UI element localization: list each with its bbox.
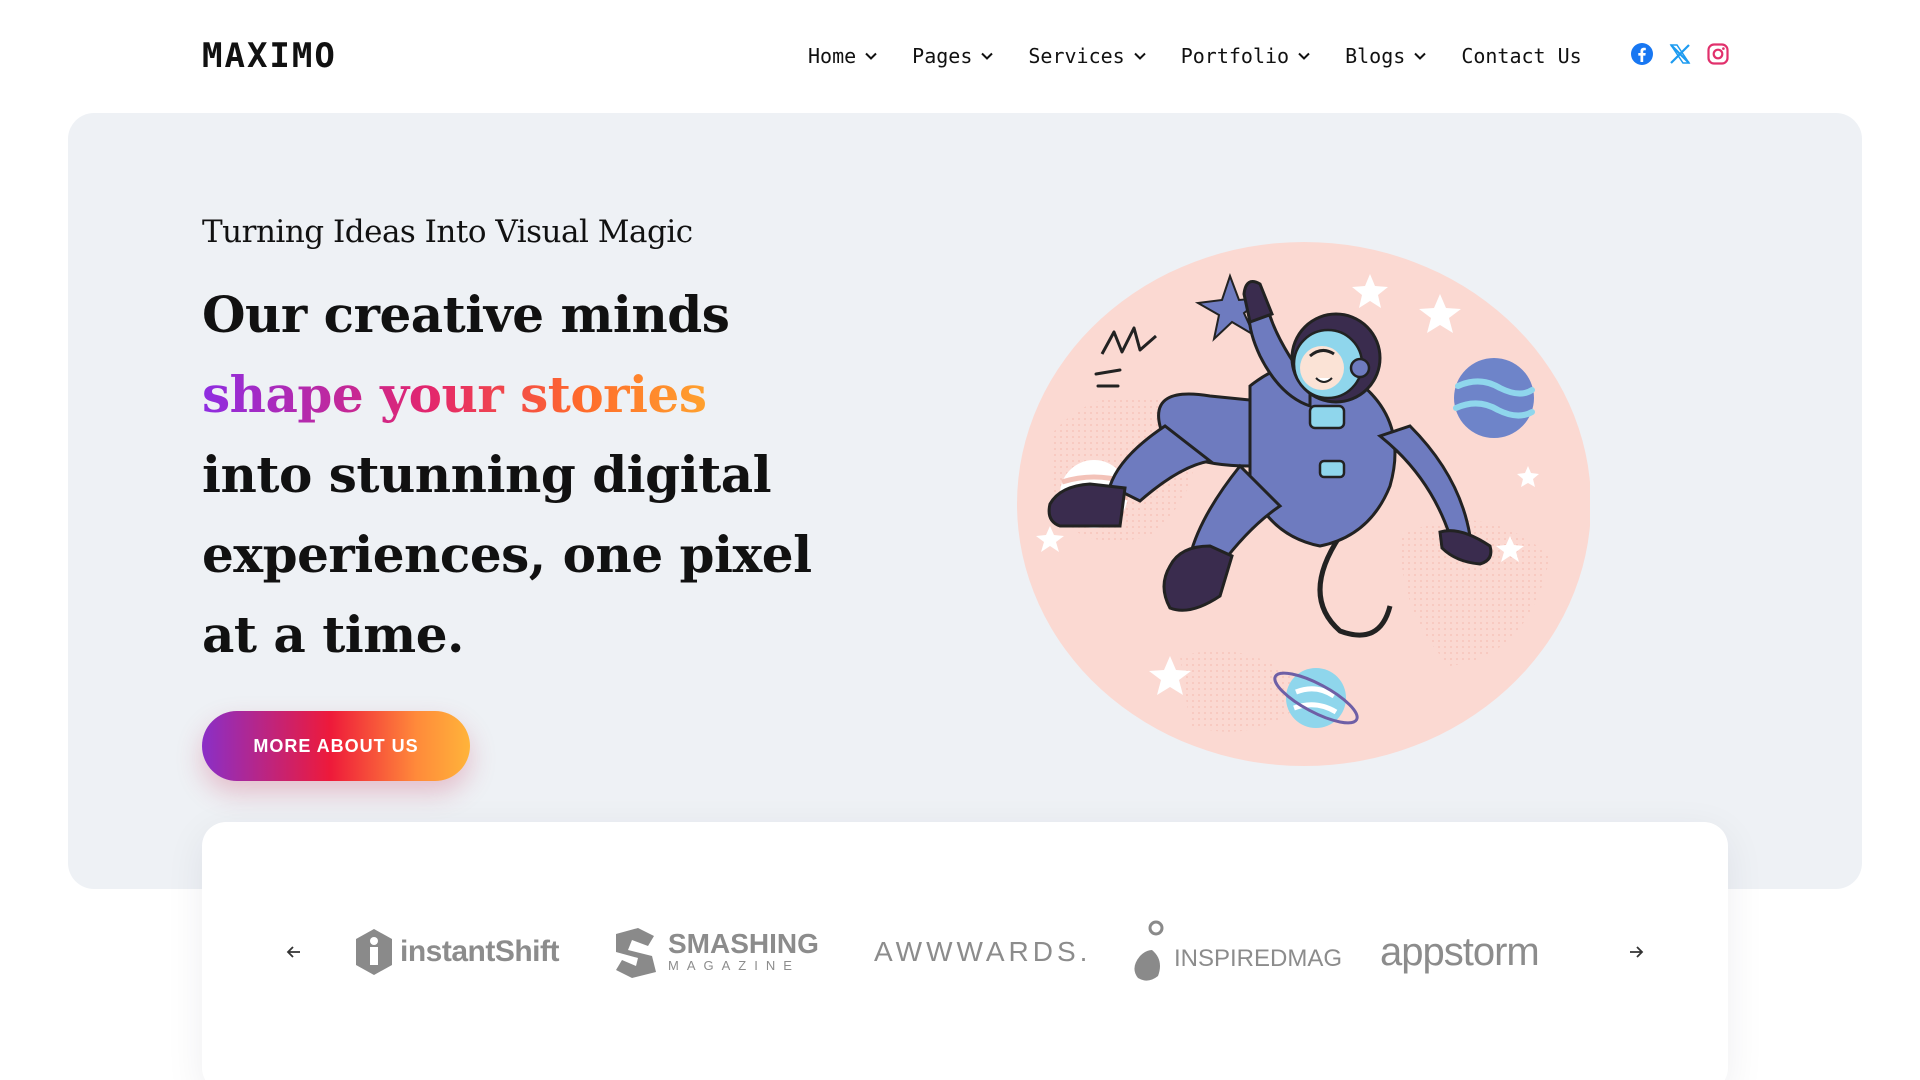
planet-blue: [1453, 358, 1535, 438]
nav-home[interactable]: Home: [808, 44, 878, 68]
nav-portfolio[interactable]: Portfolio: [1181, 44, 1311, 68]
nav-contact[interactable]: Contact Us: [1461, 44, 1581, 68]
astronaut-illustration: [1017, 242, 1590, 766]
arrow-right-icon[interactable]: [1624, 940, 1648, 964]
brand-inspiredmag[interactable]: INSPIREDMAG: [1128, 920, 1342, 982]
hero-tagline: Turning Ideas Into Visual Magic: [202, 214, 693, 250]
nav-contact-label: Contact Us: [1461, 44, 1582, 68]
brand-appstorm[interactable]: appstorm: [1380, 922, 1540, 982]
chevron-down-icon: [865, 52, 877, 60]
brand-awwwards[interactable]: AWWWARDS.: [874, 922, 1091, 982]
nav-blogs-label: Blogs: [1345, 44, 1406, 68]
headline-gradient-text: shape your stories: [202, 365, 707, 424]
inspiredmag-logo-icon: [1134, 920, 1164, 981]
nav-blogs[interactable]: Blogs: [1345, 44, 1427, 68]
chevron-down-icon: [981, 52, 994, 60]
brand-logos-carousel: instantShift SMASHING MAGAZINE AWWWARDS.…: [202, 822, 1728, 1080]
headline-start: Our creative minds: [202, 285, 730, 344]
arrow-left-icon[interactable]: [282, 940, 306, 964]
x-twitter-icon[interactable]: [1668, 42, 1692, 66]
facebook-icon[interactable]: [1630, 42, 1654, 66]
more-about-us-button[interactable]: MORE ABOUT US: [202, 711, 470, 781]
nav-pages-label: Pages: [912, 44, 973, 68]
instagram-icon[interactable]: [1706, 42, 1730, 66]
site-logo[interactable]: MAXIMO: [202, 36, 337, 76]
social-links: [1630, 42, 1730, 66]
brand-instantshift[interactable]: instantShift: [352, 922, 560, 982]
instantshift-logo-icon: [356, 929, 392, 975]
headline-end: into stunning digital experiences, one p…: [202, 445, 812, 664]
main-nav: Home Pages Services Portfolio Blogs Cont…: [808, 44, 1616, 68]
chevron-down-icon: [1134, 52, 1146, 60]
nav-pages[interactable]: Pages: [912, 44, 994, 68]
brand-smashing-magazine[interactable]: SMASHING MAGAZINE: [608, 922, 819, 982]
nav-portfolio-label: Portfolio: [1180, 44, 1290, 68]
site-header: MAXIMO Home Pages Services Portfolio Blo…: [0, 0, 1920, 112]
nav-services[interactable]: Services: [1028, 44, 1146, 68]
smashing-text: SMASHING MAGAZINE: [668, 928, 819, 974]
chevron-down-icon: [1414, 52, 1427, 60]
nav-home-label: Home: [808, 44, 857, 68]
hero-headline: Our creative minds shape your stories in…: [202, 275, 822, 675]
nav-services-label: Services: [1028, 44, 1125, 68]
chevron-down-icon: [1298, 52, 1310, 60]
smashing-logo-icon: [616, 928, 656, 978]
